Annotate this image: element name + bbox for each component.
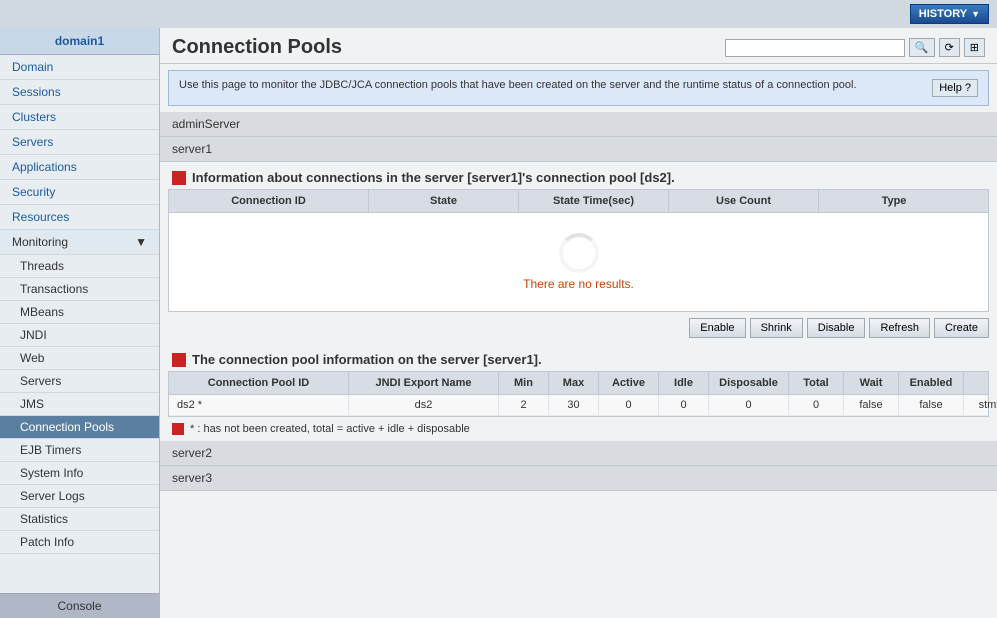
conn-table-header: Connection ID State State Time(sec) Use … <box>169 190 988 213</box>
server-row-server2[interactable]: server2 <box>160 441 997 466</box>
create-button[interactable]: Create <box>934 318 989 338</box>
sidebar-item-resources[interactable]: Resources <box>0 205 159 230</box>
sidebar-item-web[interactable]: Web <box>0 347 159 370</box>
refresh-icon-button[interactable]: ⟳ <box>939 38 960 57</box>
content-header: Connection Pools 🔍 ⟳ ⊞ <box>160 28 997 64</box>
sidebar-item-clusters[interactable]: Clusters <box>0 105 159 130</box>
pool-total-cell: 0 <box>789 395 844 415</box>
pool-max-cell: 30 <box>549 395 599 415</box>
sidebar-item-sessions[interactable]: Sessions <box>0 80 159 105</box>
pool-id-cell: ds2 * <box>169 395 349 415</box>
sidebar-item-jndi[interactable]: JNDI <box>0 324 159 347</box>
pool-col-active: Active <box>599 372 659 394</box>
sidebar-item-applications[interactable]: Applications <box>0 155 159 180</box>
no-results-text: There are no results. <box>523 277 634 291</box>
pool-table: Connection Pool ID JNDI Export Name Min … <box>168 371 989 417</box>
refresh-button[interactable]: Refresh <box>869 318 930 338</box>
section2-icon <box>172 353 186 367</box>
sidebar-item-monitoring[interactable]: Monitoring ▼ <box>0 230 159 255</box>
col-type: Type <box>819 190 969 212</box>
server-row-server1[interactable]: server1 <box>160 137 997 162</box>
pool-active-cell: 0 <box>599 395 659 415</box>
server-row-admin[interactable]: adminServer <box>160 112 997 137</box>
pool-col-extra <box>964 372 997 394</box>
sidebar-item-patch-info[interactable]: Patch Info <box>0 531 159 554</box>
server-row-server3[interactable]: server3 <box>160 466 997 491</box>
pool-col-enabled: Enabled <box>899 372 964 394</box>
sidebar: domain1 Domain Sessions Clusters Servers… <box>0 28 160 618</box>
domain-label[interactable]: domain1 <box>0 28 159 55</box>
footnote: * : has not been created, total = active… <box>160 417 997 441</box>
header-icons: 🔍 ⟳ ⊞ <box>725 38 985 57</box>
pool-col-min: Min <box>499 372 549 394</box>
pool-col-total: Total <box>789 372 844 394</box>
sidebar-item-transactions[interactable]: Transactions <box>0 278 159 301</box>
chevron-icon: ▼ <box>135 235 147 249</box>
enable-button[interactable]: Enable <box>689 318 745 338</box>
help-button[interactable]: Help ? <box>932 79 978 97</box>
sidebar-item-statistics[interactable]: Statistics <box>0 508 159 531</box>
sidebar-item-system-info[interactable]: System Info <box>0 462 159 485</box>
pool-extra-cell: stmt <box>964 395 997 415</box>
sidebar-item-threads[interactable]: Threads <box>0 255 159 278</box>
sidebar-item-servers[interactable]: Servers <box>0 130 159 155</box>
settings-button[interactable]: ⊞ <box>964 38 985 57</box>
search-button[interactable]: 🔍 <box>909 38 935 57</box>
col-connection-id: Connection ID <box>169 190 369 212</box>
section1-icon <box>172 171 186 185</box>
sidebar-item-security[interactable]: Security <box>0 180 159 205</box>
section1-title: Information about connections in the ser… <box>160 162 997 189</box>
pool-col-max: Max <box>549 372 599 394</box>
pool-jndi-cell: ds2 <box>349 395 499 415</box>
sidebar-item-server-logs[interactable]: Server Logs <box>0 485 159 508</box>
sidebar-item-jms[interactable]: JMS <box>0 393 159 416</box>
loading-spinner <box>559 233 599 273</box>
console-button[interactable]: Console <box>0 593 159 618</box>
footnote-icon <box>172 423 184 435</box>
connection-table: Connection ID State State Time(sec) Use … <box>168 189 989 312</box>
col-state: State <box>369 190 519 212</box>
pool-col-wait: Wait <box>844 372 899 394</box>
top-bar: HISTORY ▼ <box>0 0 997 28</box>
sidebar-item-connection-pools[interactable]: Connection Pools <box>0 416 159 439</box>
pool-enabled-cell: false <box>899 395 964 415</box>
pool-wait-cell: false <box>844 395 899 415</box>
pool-table-header: Connection Pool ID JNDI Export Name Min … <box>169 372 988 395</box>
sidebar-item-mbeans[interactable]: MBeans <box>0 301 159 324</box>
pool-idle-cell: 0 <box>659 395 709 415</box>
pool-min-cell: 2 <box>499 395 549 415</box>
pool-disposable-cell: 0 <box>709 395 789 415</box>
info-banner: Use this page to monitor the JDBC/JCA co… <box>168 70 989 106</box>
col-use-count: Use Count <box>669 190 819 212</box>
chevron-down-icon: ▼ <box>971 9 980 19</box>
pool-col-disposable: Disposable <box>709 372 789 394</box>
section2-title: The connection pool information on the s… <box>160 344 997 371</box>
pool-col-idle: Idle <box>659 372 709 394</box>
sidebar-item-domain[interactable]: Domain <box>0 55 159 80</box>
sidebar-item-ejb-timers[interactable]: EJB Timers <box>0 439 159 462</box>
action-bar: Enable Shrink Disable Refresh Create <box>160 312 997 344</box>
col-state-time: State Time(sec) <box>519 190 669 212</box>
sidebar-item-servers2[interactable]: Servers <box>0 370 159 393</box>
page-title: Connection Pools <box>172 36 342 59</box>
disable-button[interactable]: Disable <box>807 318 866 338</box>
conn-table-body: There are no results. <box>169 213 988 311</box>
main-content: Connection Pools 🔍 ⟳ ⊞ Use this page to … <box>160 28 997 618</box>
pool-col-jndi: JNDI Export Name <box>349 372 499 394</box>
table-row: ds2 * ds2 2 30 0 0 0 0 false false stmt <box>169 395 988 416</box>
search-input[interactable] <box>725 39 905 57</box>
pool-col-id: Connection Pool ID <box>169 372 349 394</box>
history-button[interactable]: HISTORY ▼ <box>910 4 989 24</box>
shrink-button[interactable]: Shrink <box>750 318 803 338</box>
